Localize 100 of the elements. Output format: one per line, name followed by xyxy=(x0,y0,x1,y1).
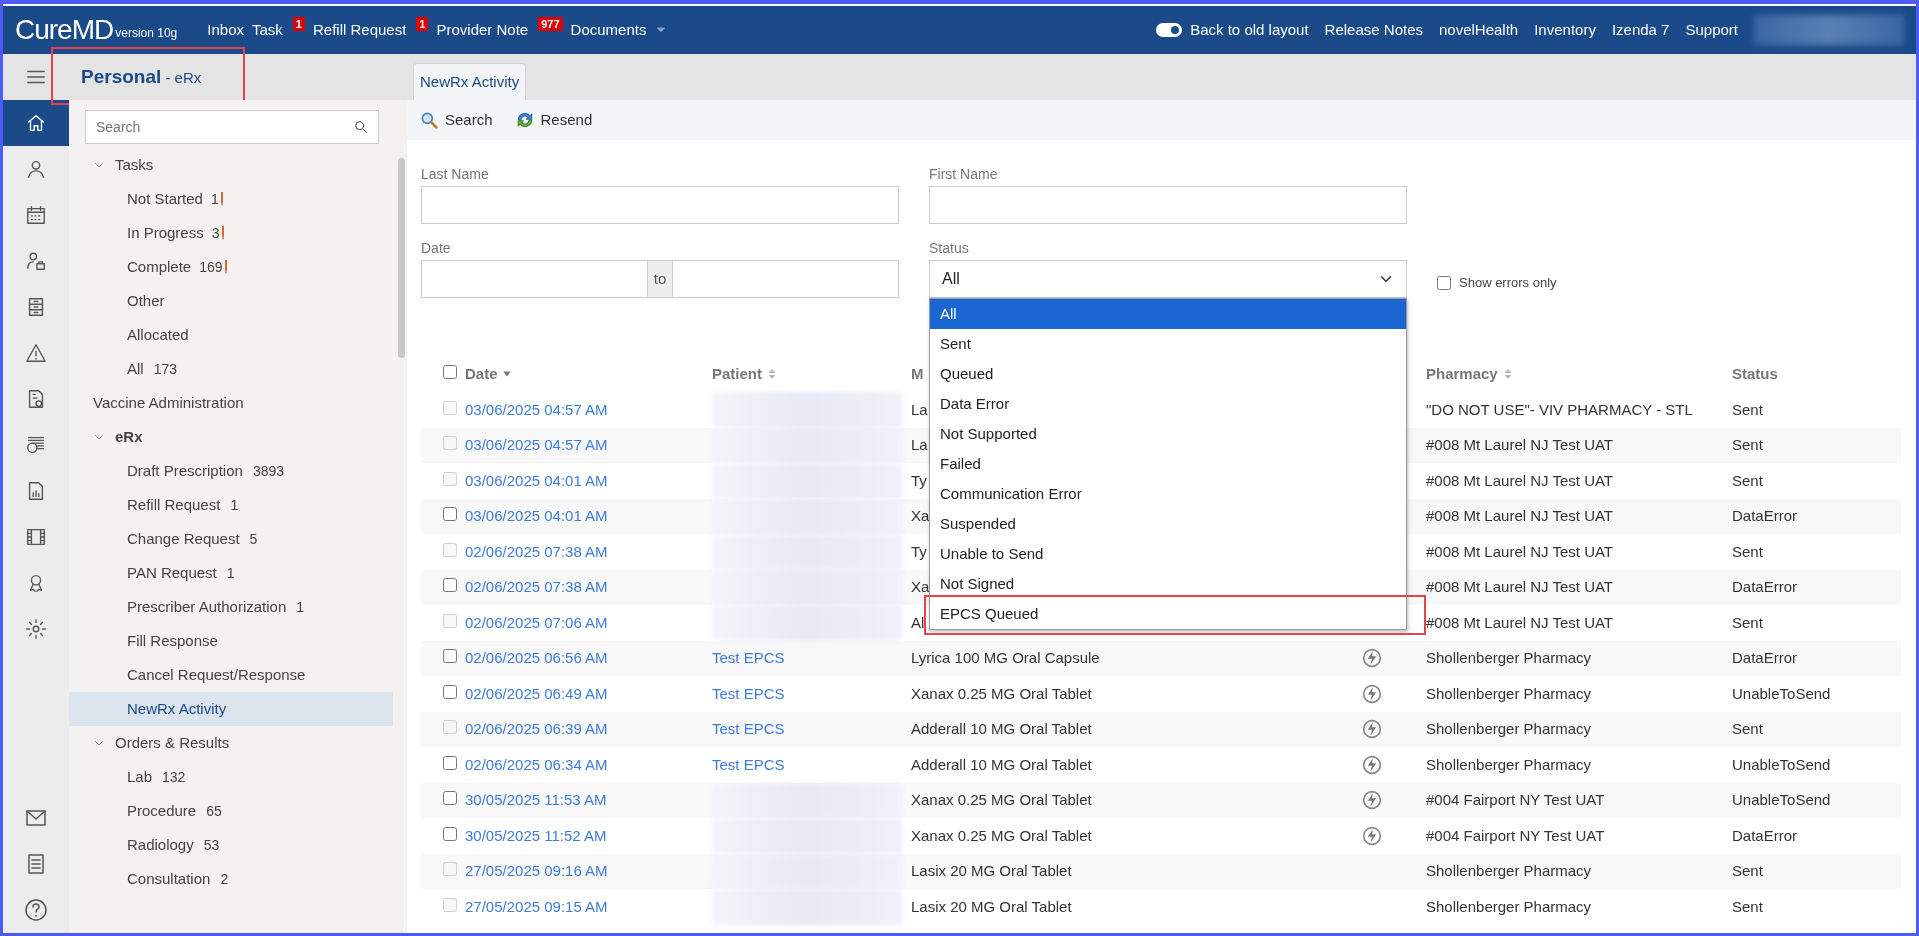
layout-toggle[interactable] xyxy=(1156,23,1183,37)
nav-link[interactable]: Release Notes xyxy=(1324,18,1423,42)
dropdown-option[interactable]: Sent xyxy=(930,329,1406,359)
dropdown-option[interactable]: Data Error xyxy=(930,389,1406,419)
column-header[interactable]: Patient xyxy=(712,362,762,386)
sidebar-item[interactable]: NewRx Activity xyxy=(69,692,393,726)
nav-link[interactable]: novelHealth xyxy=(1439,18,1519,42)
patient-link[interactable]: Test EPCS xyxy=(712,647,785,670)
user-briefcase-icon[interactable] xyxy=(25,250,47,272)
dropdown-option[interactable]: Queued xyxy=(930,359,1406,389)
table-cell-text: Sent xyxy=(1732,719,1764,739)
money-icon[interactable] xyxy=(25,434,47,456)
dropdown-option[interactable]: All xyxy=(930,299,1406,329)
checkbox-label: Show errors only xyxy=(1459,274,1557,293)
nav-link[interactable]: Documents xyxy=(570,18,647,42)
film-icon[interactable] xyxy=(25,526,47,548)
checkbox[interactable] xyxy=(443,364,457,379)
calendar-icon[interactable] xyxy=(25,204,47,226)
sidebar-item[interactable]: Not Started 1 xyxy=(69,182,393,216)
dropdown-option[interactable]: Failed xyxy=(930,449,1406,479)
app-logo[interactable]: CureMD xyxy=(15,9,114,51)
date-link[interactable]: 30/05/2025 11:53 AM xyxy=(465,791,607,808)
column-header[interactable]: Date xyxy=(465,362,498,386)
sort-desc-icon[interactable] xyxy=(501,369,512,379)
checkbox[interactable] xyxy=(443,684,457,699)
date-link[interactable]: 02/06/2025 06:34 AM xyxy=(465,755,608,773)
dropdown-option[interactable]: Not Supported xyxy=(930,419,1406,449)
sidebar-group[interactable]: Orders & Results xyxy=(115,731,230,755)
checkbox[interactable] xyxy=(1437,276,1451,290)
tab[interactable]: NewRx Activity xyxy=(413,62,527,100)
sidebar-item[interactable]: Lab 132 xyxy=(69,760,393,794)
input-field[interactable] xyxy=(929,186,1407,224)
nav-link[interactable]: Provider Note xyxy=(436,18,529,42)
scrollbar[interactable] xyxy=(398,158,405,358)
sidebar-item[interactable]: Refill Request 1 xyxy=(69,488,393,522)
checkbox[interactable] xyxy=(443,826,457,841)
sidebar-item[interactable]: Cancel Request/Response xyxy=(69,658,393,692)
column-header[interactable]: M xyxy=(911,362,924,386)
sidebar-link[interactable]: Vaccine Administration xyxy=(93,391,244,415)
sidebar-group[interactable]: eRx xyxy=(115,425,143,449)
sidebar-item[interactable]: Radiology 53 xyxy=(69,828,393,862)
sidebar-item[interactable]: Complete 169 xyxy=(69,250,393,284)
checkbox[interactable] xyxy=(443,755,457,770)
sidebar-item[interactable]: Change Request 5 xyxy=(69,522,393,556)
sidebar-group[interactable]: Tasks xyxy=(115,153,154,177)
sidebar-item[interactable]: Draft Prescription 3893 xyxy=(69,454,393,488)
search-field[interactable]: Search xyxy=(85,110,379,144)
field-label: Status xyxy=(929,239,970,258)
table-cell-text: Shollenberger Pharmacy xyxy=(1426,719,1593,739)
sidebar-item[interactable]: Consultation 2 xyxy=(69,862,393,896)
dropdown-option[interactable]: Communication Error xyxy=(930,479,1406,509)
sidebar-item[interactable]: Procedure 65 xyxy=(69,794,393,828)
checkbox[interactable] xyxy=(443,649,457,663)
toolbar-button[interactable]: Resend xyxy=(514,108,593,132)
checkbox[interactable] xyxy=(443,507,457,521)
count-badge: 977 xyxy=(538,17,563,31)
patient-link[interactable]: Test EPCS xyxy=(712,682,785,705)
warning-icon[interactable] xyxy=(25,342,47,364)
dropdown-option[interactable]: Not Signed xyxy=(930,569,1406,599)
table-cell-text: Sent xyxy=(1732,435,1764,455)
sidebar-item[interactable]: Prescriber Authorization 1 xyxy=(69,590,393,624)
patient-link[interactable]: Test EPCS xyxy=(712,753,785,776)
table-cell: Al xyxy=(911,613,925,631)
dropdown-option[interactable]: Unable to Send xyxy=(930,539,1406,569)
date-field[interactable] xyxy=(421,260,648,298)
checkbox[interactable] xyxy=(443,578,457,592)
toggle-label[interactable]: Back to old layout xyxy=(1190,18,1309,42)
help-icon[interactable] xyxy=(24,898,48,922)
date-field[interactable] xyxy=(672,260,899,298)
sidebar-item[interactable]: In Progress 3 xyxy=(69,216,393,250)
nav-link[interactable]: Inbox xyxy=(207,18,244,42)
status-select[interactable]: All xyxy=(929,260,1407,298)
sidebar-item[interactable]: Fill Response xyxy=(69,624,393,658)
column-header[interactable]: Pharmacy xyxy=(1426,362,1498,386)
home-icon[interactable] xyxy=(25,112,47,134)
sidebar-item[interactable]: All 173 xyxy=(69,352,393,386)
sidebar-item[interactable]: Allocated xyxy=(69,318,393,352)
sidebar-item[interactable]: PAN Request 1 xyxy=(69,556,393,590)
item-count: 1 xyxy=(296,597,305,617)
nav-link[interactable]: Refill Request xyxy=(312,18,407,42)
checkbox[interactable] xyxy=(443,791,457,805)
dropdown-option[interactable]: Suspended xyxy=(930,509,1406,539)
nav-link[interactable]: Support xyxy=(1685,18,1738,42)
date-link[interactable]: 02/06/2025 06:56 AM xyxy=(465,649,608,666)
nav-link[interactable]: Task xyxy=(252,18,283,42)
toolbar-button[interactable]: Search xyxy=(419,108,493,132)
nav-link[interactable]: Inventory xyxy=(1534,18,1596,42)
date-link[interactable]: 30/05/2025 11:52 AM xyxy=(465,826,607,844)
date-link[interactable]: 02/06/2025 06:49 AM xyxy=(465,684,608,702)
person-icon[interactable] xyxy=(25,158,47,180)
table-cell: Xa xyxy=(911,507,930,524)
date-link[interactable]: 02/06/2025 07:38 AM xyxy=(465,578,608,595)
input-field[interactable] xyxy=(421,186,899,224)
table-cell-text: Shollenberger Pharmacy xyxy=(1426,896,1593,917)
dropdown-option[interactable]: EPCS Queued xyxy=(930,599,1406,629)
sidebar-item[interactable]: Other xyxy=(69,284,393,318)
column-header[interactable]: Status xyxy=(1732,362,1778,386)
date-link[interactable]: 03/06/2025 04:01 AM xyxy=(465,507,608,524)
nav-link[interactable]: Izenda 7 xyxy=(1611,18,1670,42)
table-cell-text: #008 Mt Laurel NJ Test UAT xyxy=(1426,612,1615,633)
